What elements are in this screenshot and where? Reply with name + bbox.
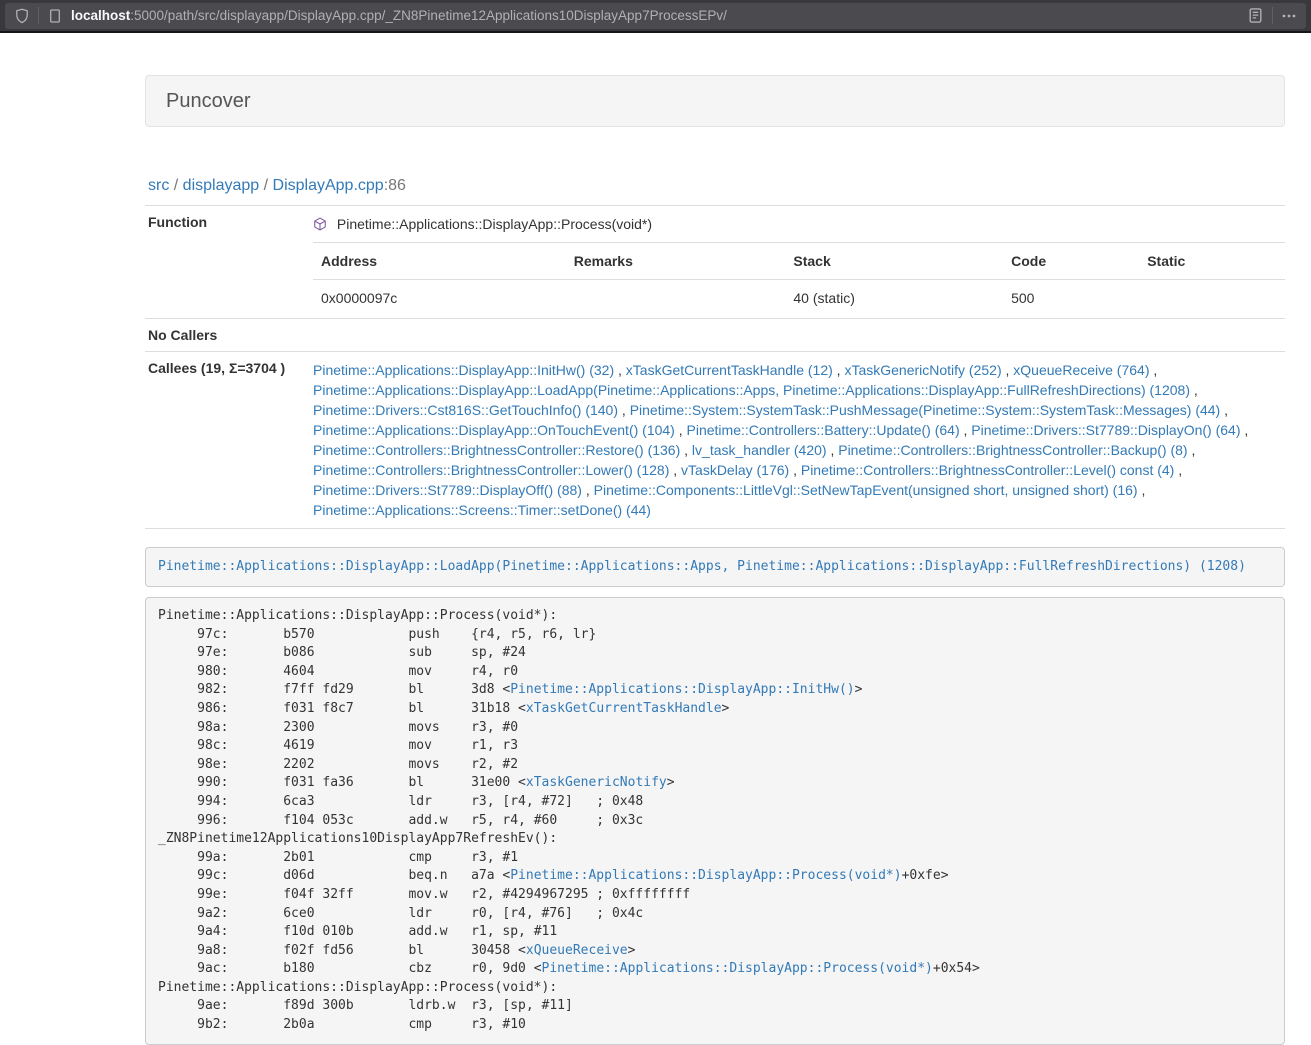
code-value: 500	[1003, 280, 1139, 319]
callees-row: Callees (19, Σ=3704 ) Pinetime::Applicat…	[145, 352, 1285, 529]
breadcrumb-line-number: :86	[384, 177, 406, 194]
callers-row: No Callers	[145, 319, 1285, 352]
function-stats-table: Address Remarks Stack Code Static 0x0000…	[313, 242, 1285, 318]
callee-link[interactable]: Pinetime::Controllers::BrightnessControl…	[838, 442, 1187, 458]
breadcrumb-displayapp-link[interactable]: displayapp	[183, 177, 260, 194]
callee-link[interactable]: Pinetime::Controllers::BrightnessControl…	[313, 462, 669, 478]
app-header-panel: Puncover	[145, 75, 1285, 127]
remarks-value	[566, 280, 786, 319]
callee-link[interactable]: xTaskGetCurrentTaskHandle (12)	[626, 362, 833, 378]
page-container: Puncover src / displayapp / DisplayApp.c…	[145, 33, 1285, 1045]
callee-link[interactable]: Pinetime::Controllers::Battery::Update()…	[687, 422, 960, 438]
static-value	[1139, 280, 1285, 319]
stats-header-row: Address Remarks Stack Code Static	[313, 243, 1285, 280]
url-bar[interactable]: localhost:5000/path/src/displayapp/Displ…	[5, 3, 1306, 29]
remarks-header: Remarks	[566, 243, 786, 280]
address-header: Address	[313, 243, 566, 280]
stack-value: 40 (static)	[785, 280, 1003, 319]
code-header: Code	[1003, 243, 1139, 280]
url-path: :5000/path/src/displayapp/DisplayApp.cpp…	[130, 8, 727, 23]
page-title: Puncover	[166, 89, 1264, 113]
symbol-link[interactable]: xQueueReceive	[526, 943, 628, 958]
callee-link[interactable]: vTaskDelay (176)	[681, 462, 789, 478]
disassembly-pre: Pinetime::Applications::DisplayApp::Proc…	[145, 597, 1285, 1045]
symbol-link[interactable]: xTaskGenericNotify	[526, 775, 667, 790]
symbol-link[interactable]: xTaskGetCurrentTaskHandle	[526, 701, 722, 716]
address-value: 0x0000097c	[313, 280, 566, 319]
symbol-link[interactable]: Pinetime::Applications::DisplayApp::Init…	[510, 682, 854, 697]
callee-link[interactable]: Pinetime::Drivers::Cst816S::GetTouchInfo…	[313, 402, 618, 418]
breadcrumb-separator: /	[259, 177, 272, 194]
highlighted-callee-link[interactable]: Pinetime::Applications::DisplayApp::Load…	[158, 559, 1246, 574]
browser-toolbar: localhost:5000/path/src/displayapp/Displ…	[0, 0, 1311, 33]
stack-header: Stack	[785, 243, 1003, 280]
callee-link[interactable]: lv_task_handler (420)	[692, 442, 827, 458]
url-host: localhost	[71, 8, 130, 23]
no-callers-label: No Callers	[145, 319, 305, 352]
callee-link[interactable]: Pinetime::Applications::DisplayApp::OnTo…	[313, 422, 675, 438]
symbol-detail-table: Function Pinetime::Applications::Display…	[145, 205, 1285, 529]
package-cube-icon	[313, 218, 331, 234]
breadcrumb-separator: /	[169, 177, 182, 194]
callee-link[interactable]: Pinetime::System::SystemTask::PushMessag…	[630, 402, 1221, 418]
callee-link[interactable]: xTaskGenericNotify (252)	[844, 362, 1001, 378]
page-actions-menu-icon[interactable]	[1281, 8, 1297, 24]
callees-list: Pinetime::Applications::DisplayApp::Init…	[305, 352, 1285, 529]
static-header: Static	[1139, 243, 1285, 280]
shield-icon[interactable]	[14, 8, 30, 24]
breadcrumb-src-link[interactable]: src	[148, 177, 169, 194]
urlbar-divider	[38, 7, 39, 24]
callee-link[interactable]: Pinetime::Applications::DisplayApp::Load…	[313, 382, 1190, 398]
callee-link[interactable]: Pinetime::Components::LittleVgl::SetNewT…	[594, 482, 1138, 498]
reader-view-icon[interactable]	[1247, 7, 1264, 24]
symbol-link[interactable]: Pinetime::Applications::DisplayApp::Proc…	[542, 961, 933, 976]
callees-label: Callees (19, Σ=3704 )	[145, 352, 305, 529]
callee-link[interactable]: Pinetime::Controllers::BrightnessControl…	[801, 462, 1174, 478]
callee-link[interactable]: Pinetime::Drivers::St7789::DisplayOn() (…	[971, 422, 1240, 438]
function-label: Function	[145, 206, 305, 319]
function-name: Pinetime::Applications::DisplayApp::Proc…	[337, 216, 652, 232]
callee-link[interactable]: Pinetime::Drivers::St7789::DisplayOff() …	[313, 482, 582, 498]
callee-link[interactable]: xQueueReceive (764)	[1013, 362, 1149, 378]
callee-link[interactable]: Pinetime::Applications::DisplayApp::Init…	[313, 362, 614, 378]
urlbar-divider-right	[1272, 7, 1273, 24]
page-info-icon[interactable]	[47, 8, 63, 24]
breadcrumb: src / displayapp / DisplayApp.cpp:86	[148, 177, 1285, 195]
callee-link[interactable]: Pinetime::Controllers::BrightnessControl…	[313, 442, 680, 458]
symbol-link[interactable]: Pinetime::Applications::DisplayApp::Proc…	[510, 868, 901, 883]
stats-value-row: 0x0000097c 40 (static) 500	[313, 280, 1285, 319]
url-text[interactable]: localhost:5000/path/src/displayapp/Displ…	[71, 8, 1247, 23]
callee-link[interactable]: Pinetime::Applications::Screens::Timer::…	[313, 502, 651, 518]
highlighted-callee-box: Pinetime::Applications::DisplayApp::Load…	[145, 547, 1285, 587]
function-row: Function Pinetime::Applications::Display…	[145, 206, 1285, 319]
breadcrumb-file-link[interactable]: DisplayApp.cpp	[273, 177, 384, 194]
